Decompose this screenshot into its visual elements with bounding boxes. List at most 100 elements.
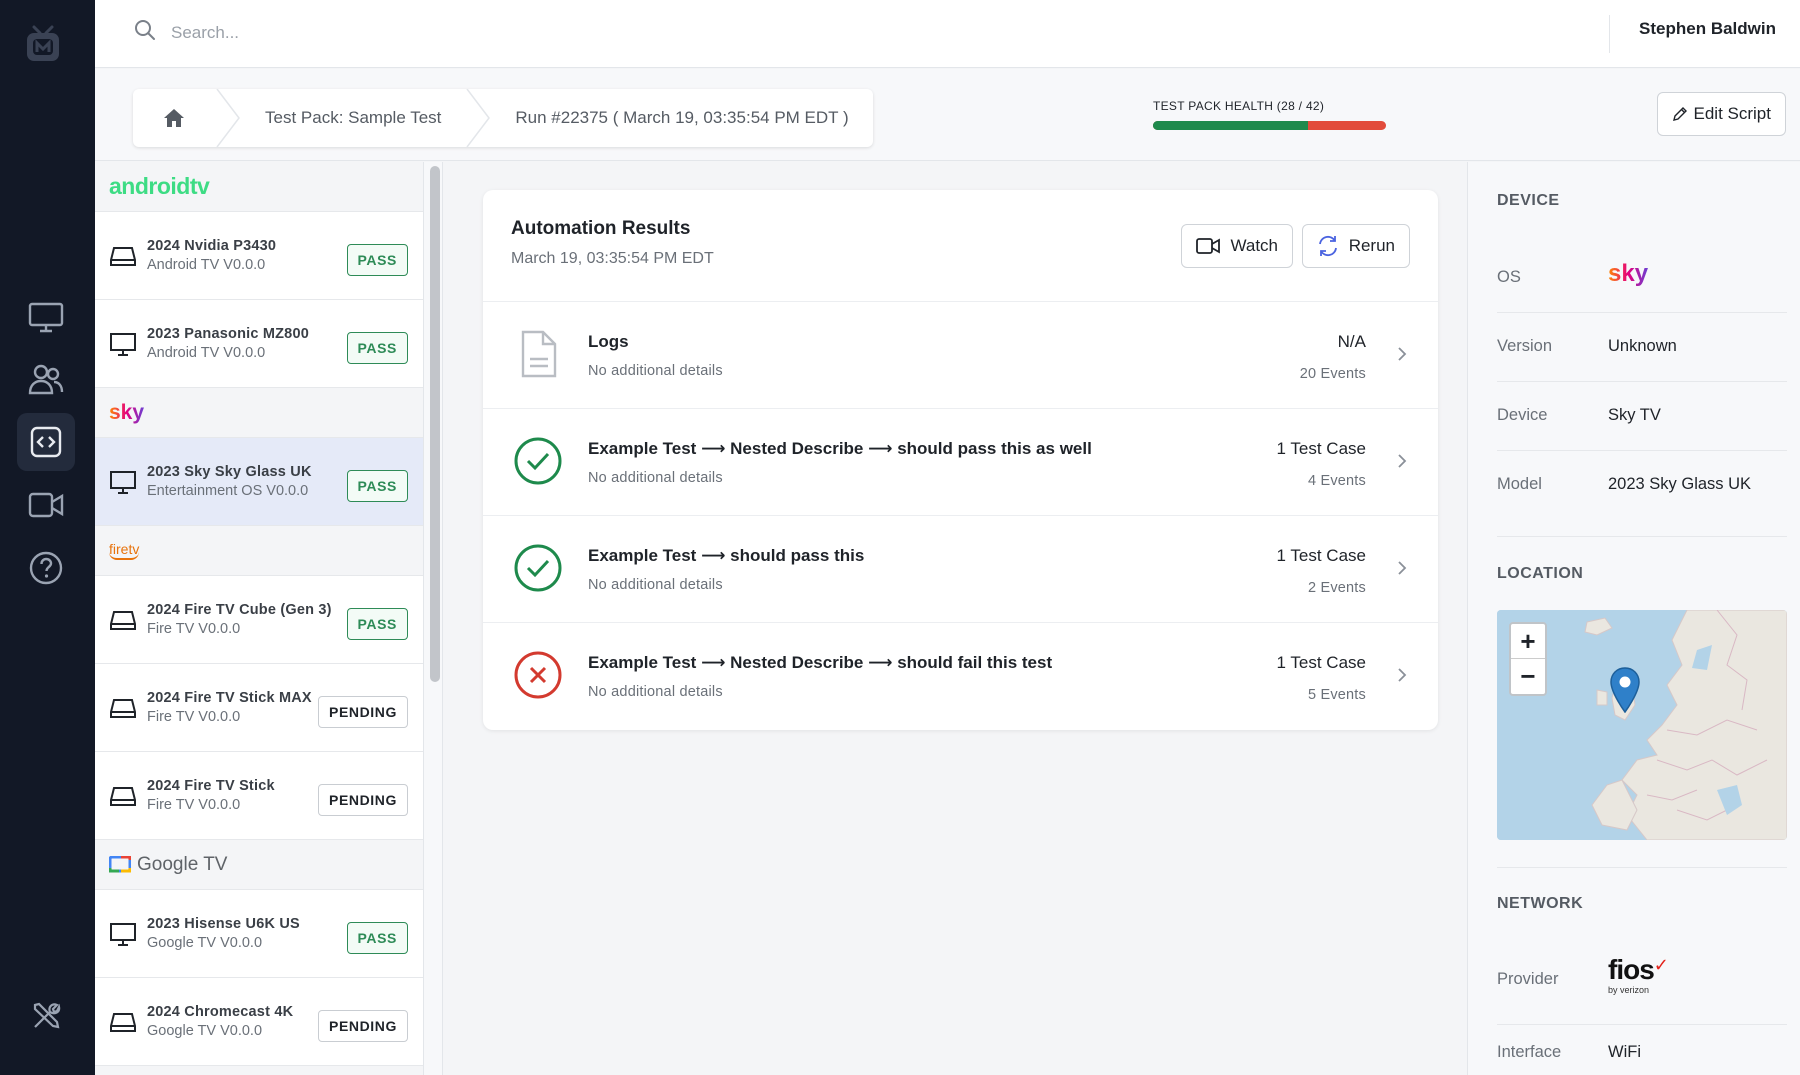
result-subtitle: No additional details xyxy=(588,363,723,379)
result-count: 1 Test Case xyxy=(1276,439,1366,458)
health-bar xyxy=(1153,121,1386,130)
section-divider xyxy=(1497,536,1787,537)
user-name[interactable]: Stephen Baldwin xyxy=(1639,19,1776,39)
fios-logo-sub: by verizon xyxy=(1608,985,1650,995)
result-row-test[interactable]: Example Test ⟶ Nested Describe ⟶ should … xyxy=(483,623,1438,730)
main-panel: Automation Results March 19, 03:35:54 PM… xyxy=(443,162,1467,1075)
left-nav-rail xyxy=(0,0,95,1075)
status-badge: PASS xyxy=(346,470,408,502)
watch-label: Watch xyxy=(1230,236,1278,255)
firetv-logo: firetv xyxy=(109,541,140,560)
watch-button[interactable]: Watch xyxy=(1181,224,1293,268)
monitor-icon xyxy=(110,332,136,356)
location-map[interactable]: + − xyxy=(1497,610,1787,840)
chevron-right-icon xyxy=(1398,454,1407,468)
result-subtitle: No additional details xyxy=(588,577,723,593)
video-camera-icon xyxy=(1196,238,1221,254)
androidtv-logo: androidtv xyxy=(109,173,210,199)
results-header: Automation Results March 19, 03:35:54 PM… xyxy=(483,190,1438,302)
device-row-selected[interactable]: 2023 Sky Sky Glass UK Entertainment OS V0… xyxy=(95,438,423,526)
result-row-test[interactable]: Example Test ⟶ Nested Describe ⟶ should … xyxy=(483,409,1438,516)
map-zoom-controls: + − xyxy=(1509,622,1547,696)
breadcrumb-run: Run #22375 ( March 19, 03:35:54 PM EDT ) xyxy=(515,108,849,127)
set-top-box-icon xyxy=(110,698,136,718)
zoom-out-button[interactable]: − xyxy=(1511,659,1545,694)
app-logo-icon[interactable] xyxy=(24,24,62,64)
document-icon xyxy=(521,330,557,378)
edit-script-label: Edit Script xyxy=(1693,104,1771,123)
version-value: Unknown xyxy=(1608,337,1677,355)
device-os-row: OS sky xyxy=(1497,244,1787,313)
rerun-label: Rerun xyxy=(1348,236,1395,255)
nav-help-button[interactable] xyxy=(17,539,75,597)
zoom-in-button[interactable]: + xyxy=(1511,624,1545,659)
pencil-icon xyxy=(1672,107,1687,121)
model-label: Model xyxy=(1497,475,1542,493)
device-value: Sky TV xyxy=(1608,406,1661,424)
nav-devices-button[interactable] xyxy=(17,288,75,346)
device-row[interactable]: 2023 Hisense U6K US Google TV V0.0.0 PASS xyxy=(95,890,423,978)
video-camera-icon xyxy=(28,492,64,518)
result-events: 20 Events xyxy=(1299,366,1366,382)
help-icon xyxy=(29,551,63,585)
top-bar: Stephen Baldwin xyxy=(95,0,1800,68)
os-label: OS xyxy=(1497,268,1521,286)
network-interface-row: Interface WiFi xyxy=(1497,1025,1787,1075)
results-title: Automation Results xyxy=(511,218,691,239)
tools-icon xyxy=(33,1002,61,1029)
chevron-right-icon xyxy=(1398,668,1407,682)
breadcrumb-test-pack[interactable]: Test Pack: Sample Test xyxy=(241,89,465,147)
status-badge: PENDING xyxy=(318,784,408,816)
network-section-title: NETWORK xyxy=(1497,895,1584,912)
subheader: Test Pack: Sample Test Run #22375 ( Marc… xyxy=(95,69,1800,161)
model-value: 2023 Sky Glass UK xyxy=(1608,475,1752,493)
result-title: Example Test ⟶ Nested Describe ⟶ should … xyxy=(588,439,1092,458)
device-row[interactable]: 2024 Nvidia P3430 Android TV V0.0.0 PASS xyxy=(95,212,423,300)
device-list-scrollbar-thumb[interactable] xyxy=(430,166,440,682)
edit-script-button[interactable]: Edit Script xyxy=(1656,92,1786,136)
search-input[interactable] xyxy=(171,16,871,50)
brand-header-sky: sky xyxy=(95,388,423,438)
result-count: N/A xyxy=(1337,332,1366,351)
device-row[interactable]: 2024 Fire TV Stick Fire TV V0.0.0 PENDING xyxy=(95,752,423,840)
chevron-right-icon xyxy=(1398,561,1407,575)
device-row[interactable]: 2024 Fire TV Cube (Gen 3) Fire TV V0.0.0 … xyxy=(95,576,423,664)
device-list: androidtv 2024 Nvidia P3430 Android TV V0… xyxy=(95,162,424,1075)
result-events: 2 Events xyxy=(1307,580,1366,596)
device-row[interactable]: 2023 Panasonic MZ800 Android TV V0.0.0 PA… xyxy=(95,300,423,388)
breadcrumb-separator-icon xyxy=(466,89,491,147)
automation-results-card: Automation Results March 19, 03:35:54 PM… xyxy=(483,190,1438,730)
result-title: Example Test ⟶ Nested Describe ⟶ should … xyxy=(588,653,1053,672)
nav-tools-button[interactable] xyxy=(17,987,75,1045)
results-subtitle: March 19, 03:35:54 PM EDT xyxy=(511,250,714,267)
set-top-box-icon xyxy=(110,610,136,630)
nav-scripts-button[interactable] xyxy=(17,413,75,471)
status-badge: PASS xyxy=(346,608,408,640)
device-details-panel: DEVICE OS sky Version Unknown Device Sky… xyxy=(1467,162,1800,1075)
monitor-icon xyxy=(110,470,136,494)
device-row[interactable]: 2024 Fire TV Stick MAX Fire TV V0.0.0 PEN… xyxy=(95,664,423,752)
device-model-row: Model 2023 Sky Glass UK xyxy=(1497,451,1787,520)
result-row-test[interactable]: Example Test ⟶ should pass this No addit… xyxy=(483,516,1438,623)
status-badge: PENDING xyxy=(318,1010,408,1042)
fios-logo-text: fios xyxy=(1608,954,1655,985)
rerun-button[interactable]: Rerun xyxy=(1301,224,1410,268)
set-top-box-icon xyxy=(110,786,136,806)
check-circle-icon xyxy=(514,437,562,485)
interface-value: WiFi xyxy=(1608,1043,1641,1061)
location-section-title: LOCATION xyxy=(1497,565,1584,582)
version-label: Version xyxy=(1497,337,1553,355)
search-icon xyxy=(133,18,157,47)
provider-logo: fios✓ by verizon xyxy=(1608,956,1669,995)
chevron-right-icon xyxy=(1398,347,1407,361)
result-events: 4 Events xyxy=(1307,473,1366,489)
health-label: TEST PACK HEALTH (28 / 42) xyxy=(1153,99,1325,113)
network-provider-row: Provider fios✓ by verizon xyxy=(1497,940,1787,1025)
nav-users-button[interactable] xyxy=(17,350,75,408)
result-row-logs[interactable]: Logs No additional details N/A 20 Events xyxy=(483,302,1438,409)
set-top-box-icon xyxy=(110,1012,136,1032)
device-row[interactable]: 2024 Chromecast 4K Google TV V0.0.0 PENDI… xyxy=(95,978,423,1066)
sky-logo: sky xyxy=(109,400,145,424)
nav-recordings-button[interactable] xyxy=(17,476,75,534)
breadcrumb-home[interactable] xyxy=(133,89,215,147)
